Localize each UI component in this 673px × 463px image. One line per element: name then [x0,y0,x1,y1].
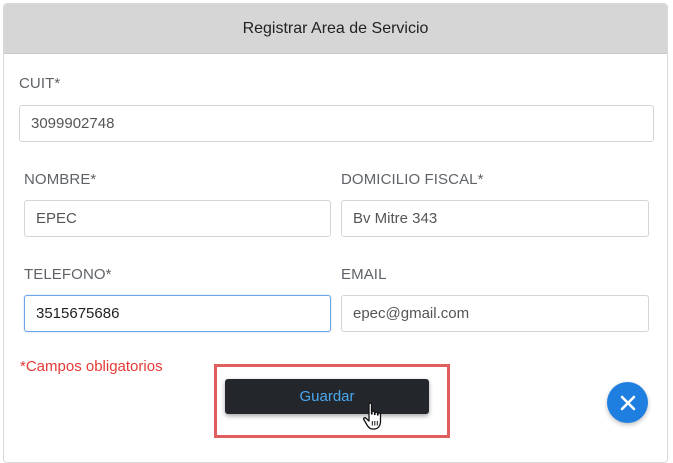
cuit-input[interactable] [19,105,654,142]
hand-pointer-icon [362,402,382,430]
close-fab-button[interactable] [607,382,648,423]
cuit-label: CUIT* [19,75,61,92]
required-fields-note: *Campos obligatorios [20,358,163,375]
telefono-label: TELEFONO* [24,266,112,283]
telefono-input[interactable] [24,295,331,332]
nombre-label: NOMBRE* [24,171,97,188]
domicilio-fiscal-input[interactable] [341,200,649,237]
modal-header: Registrar Area de Servicio [4,4,667,54]
save-button[interactable]: Guardar [225,379,429,414]
email-input[interactable] [341,295,649,332]
close-icon [620,395,635,410]
domicilio-fiscal-label: DOMICILIO FISCAL* [341,171,484,188]
modal-title: Registrar Area de Servicio [242,19,429,37]
email-label: EMAIL [341,266,387,283]
nombre-input[interactable] [24,200,331,237]
